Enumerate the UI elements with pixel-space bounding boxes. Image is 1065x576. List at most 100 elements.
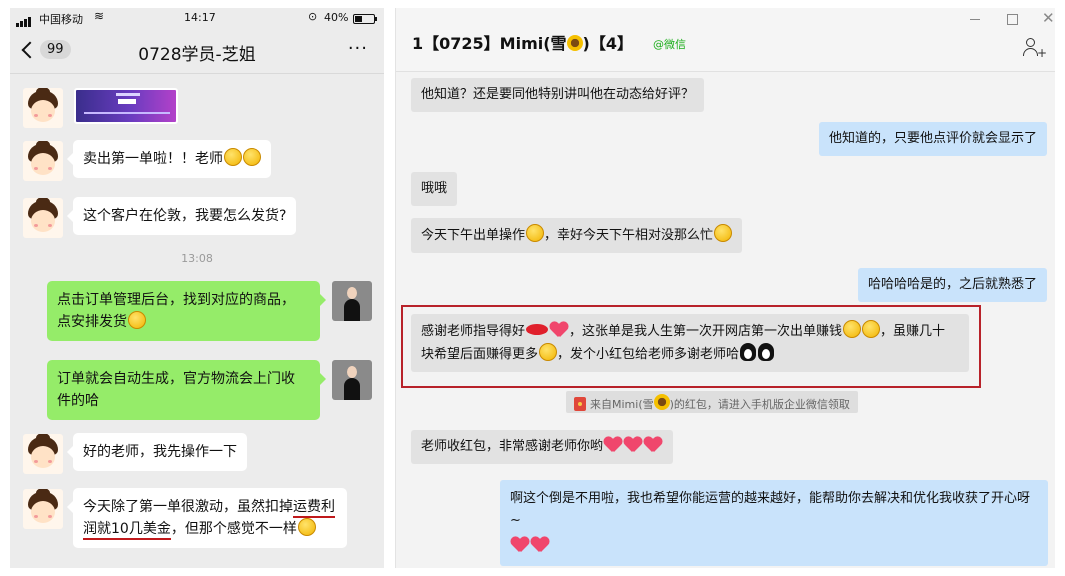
chat-title: 0728学员-芝姐 <box>138 45 256 65</box>
chat-header: 99 0728学员-芝姐 ··· <box>10 30 384 74</box>
title-text: 1【0725】Mimi(雪 <box>412 34 567 53</box>
message-text: 点击订单管理后台，找到对应的商品， <box>57 292 295 308</box>
message-text: 老师收红包，非常感谢老师你哟 <box>421 439 604 454</box>
smile-emoji-icon <box>128 311 146 329</box>
desktop-chat-screenshot: 1【0725】Mimi(雪)【4】 @微信 ✕ + 他知道？还是要同他特别讲叫他… <box>395 8 1055 568</box>
teacher-avatar[interactable] <box>332 281 372 321</box>
battery-percent: 40% <box>324 11 349 24</box>
victory-hand-icon <box>526 224 545 242</box>
avatar-cheek <box>34 460 38 463</box>
teacher-avatar[interactable] <box>332 360 372 400</box>
message-bubble[interactable]: 他知道？还是要同他特别讲叫他在动态给好评？ <box>411 78 705 112</box>
message-bubble[interactable]: 卖出第一单啦！！老师 <box>67 140 271 178</box>
minimize-button[interactable] <box>970 19 980 20</box>
avatar-cheek <box>34 515 38 518</box>
heart-icon <box>531 537 549 553</box>
sunflower-emoji-icon <box>653 394 670 410</box>
icon-head <box>1026 38 1035 47</box>
grin-emoji-icon <box>243 148 261 166</box>
student-avatar[interactable] <box>23 198 63 238</box>
message-text: 今天除了第一单很激动，虽然扣掉 <box>83 499 293 515</box>
message-bubble[interactable]: 这个客户在伦敦，我要怎么发货? <box>66 197 297 235</box>
lips-emoji-icon <box>526 324 549 335</box>
signal-icon <box>16 14 32 27</box>
message-bubble[interactable]: 感谢老师指导得好 ，这张单是我人生第一次开网店第一次出单赚钱 ，虽赚几十 块希望后面… <box>411 314 969 372</box>
message-bubble[interactable]: 今天下午出单操作 ，幸好今天下午相对没那么忙 <box>411 218 743 253</box>
more-options-button[interactable]: ··· <box>348 38 368 59</box>
avatar-body <box>344 378 360 400</box>
message-text: 他知道的，只要他点评价就会显示了 <box>828 131 1037 146</box>
battery-level <box>355 16 363 22</box>
avatar-cheek <box>48 167 52 170</box>
grin-emoji-icon <box>714 224 733 242</box>
avatar-head <box>347 287 357 299</box>
maximize-button[interactable] <box>1007 14 1018 25</box>
message-text: ，幸好今天下午相对没那么忙 <box>544 228 714 243</box>
message-text: 感谢老师指导得好 <box>421 324 526 339</box>
heart-icon <box>604 437 622 453</box>
grin-emoji-icon <box>224 148 242 166</box>
message-text: 件的哈 <box>57 393 99 409</box>
penguin-emoji-icon <box>740 343 757 361</box>
student-avatar[interactable] <box>23 434 63 474</box>
message-bubble-sent[interactable]: 哈哈哈哈是的，之后就熟悉了 <box>857 268 1047 302</box>
student-avatar[interactable] <box>23 489 63 529</box>
message-bubble[interactable]: 今天除了第一单很激动，虽然扣掉运费利 润就10几美金，但那个感觉不一样 <box>67 488 347 548</box>
message-text: 点安排发货 <box>57 314 127 330</box>
message-text: 订单就会自动生成，官方物流会上门收 <box>57 371 295 387</box>
message-bubble[interactable]: 哦哦 <box>411 172 458 206</box>
phone-chat-screenshot: 中国移动 ≋ 14:17 ⊙ 40% 99 0728学员-芝姐 ··· 卖出第一… <box>10 8 384 568</box>
avatar-face <box>31 446 55 468</box>
message-text: 好的老师，我先操作一下 <box>83 444 237 460</box>
message-text: 哦哦 <box>421 181 448 196</box>
avatar-face <box>31 210 55 232</box>
clock: 14:17 <box>184 11 216 24</box>
avatar-cheek <box>48 515 52 518</box>
message-text: ，但那个感觉不一样 <box>170 521 297 537</box>
message-bubble[interactable]: 好的老师，我先操作一下 <box>67 433 247 471</box>
wink-emoji-icon <box>843 320 862 338</box>
avatar-cheek <box>48 224 52 227</box>
heart-icon <box>644 437 662 453</box>
message-text: 块希望后面赚得更多 <box>421 347 539 362</box>
close-button[interactable]: ✕ <box>1042 9 1055 27</box>
message-bubble-sent[interactable]: 啊这个倒是不用啦，我也希望你能运营的越来越好，能帮助你去解决和优化我收获了开心呀… <box>500 480 1048 566</box>
message-text: 哈哈哈哈是的，之后就熟悉了 <box>867 277 1037 292</box>
message-bubble-sent[interactable]: 点击订单管理后台，找到对应的商品， 点安排发货 <box>47 281 326 341</box>
add-member-icon[interactable]: + <box>1023 38 1048 60</box>
avatar-body <box>344 299 360 321</box>
red-packet-icon <box>574 397 586 411</box>
avatar-face <box>31 501 55 523</box>
notice-text: 来自Mimi(雪 <box>590 398 654 411</box>
underlined-text: 润就10几美金 <box>83 521 171 540</box>
icon-body <box>1023 48 1038 56</box>
red-packet-notice[interactable]: 来自Mimi(雪 )的红包，请进入手机版企业微信领取 <box>566 391 858 413</box>
avatar-cheek <box>34 167 38 170</box>
student-avatar[interactable] <box>23 141 63 181</box>
avatar-face <box>31 153 55 175</box>
rotation-lock-icon: ⊙ <box>308 10 318 23</box>
title-text: )【4】 <box>582 34 633 53</box>
heart-icon <box>624 437 642 453</box>
avatar-cheek <box>34 114 38 117</box>
message-text: 卖出第一单啦！！老师 <box>83 151 223 167</box>
underlined-text: 运费利 <box>293 499 335 518</box>
message-bubble-sent[interactable]: 他知道的，只要他点评价就会显示了 <box>818 122 1047 156</box>
message-timestamp: 13:08 <box>181 252 213 265</box>
message-bubble-sent[interactable]: 订单就会自动生成，官方物流会上门收 件的哈 <box>47 360 326 420</box>
notice-text: )的红包，请进入手机版企业微信领取 <box>669 398 850 411</box>
icon-plus: + <box>1037 46 1048 60</box>
heart-icon <box>511 537 529 553</box>
grin-emoji-icon <box>539 343 558 361</box>
thinking-emoji-icon <box>862 320 881 338</box>
avatar-head <box>347 366 357 378</box>
message-bubble[interactable]: 老师收红包，非常感谢老师你哟 <box>411 430 674 464</box>
penguin-emoji-icon <box>758 343 775 361</box>
shared-image-thumbnail[interactable] <box>74 88 178 124</box>
message-text: 啊这个倒是不用啦，我也希望你能运营的越来越好，能帮助你去解决和优化我收获了开心呀… <box>510 491 1031 528</box>
message-text: 今天下午出单操作 <box>421 228 526 243</box>
grin-emoji-icon <box>297 518 316 536</box>
thumbnail-line <box>116 93 140 96</box>
student-avatar[interactable] <box>23 88 63 128</box>
message-text: 他知道？还是要同他特别讲叫他在动态给好评？ <box>421 87 695 102</box>
